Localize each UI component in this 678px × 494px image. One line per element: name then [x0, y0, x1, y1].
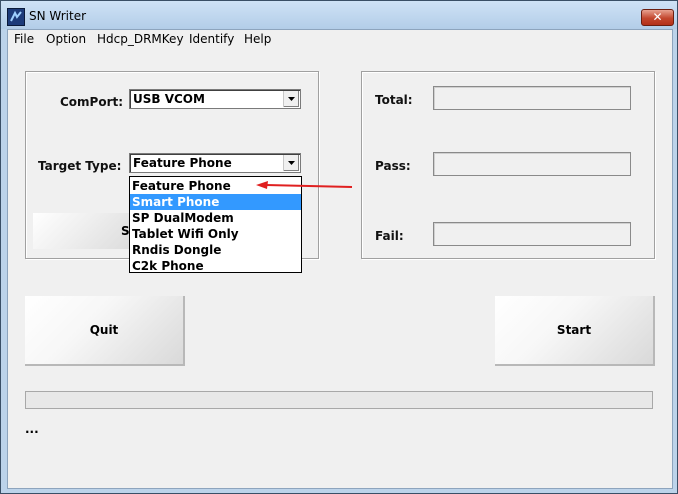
menu-help[interactable]: Help	[244, 32, 271, 46]
menu-option[interactable]: Option	[46, 32, 86, 46]
pass-field	[433, 152, 631, 176]
target-type-value: Feature Phone	[133, 156, 232, 170]
target-type-label: Target Type:	[38, 159, 122, 173]
dropdown-option-sp-dualmodem[interactable]: SP DualModem	[130, 210, 301, 226]
sn-writer-window: SN Writer ✕ File Option Hdcp_DRMKey Iden…	[0, 0, 678, 494]
comport-select[interactable]: USB VCOM	[129, 89, 301, 109]
comport-value: USB VCOM	[133, 92, 205, 106]
menu-bar: File Option Hdcp_DRMKey Identify Help	[8, 30, 672, 48]
target-type-select[interactable]: Feature Phone	[129, 153, 301, 173]
client-area: File Option Hdcp_DRMKey Identify Help Co…	[7, 29, 673, 489]
fail-label: Fail:	[375, 229, 404, 243]
quit-button[interactable]: Quit	[25, 296, 185, 366]
status-text: ...	[25, 422, 39, 436]
window-title: SN Writer	[29, 9, 87, 23]
title-bar[interactable]: SN Writer ✕	[1, 1, 677, 29]
chevron-down-icon[interactable]	[283, 91, 299, 107]
close-button[interactable]: ✕	[641, 9, 674, 26]
progress-bar	[25, 391, 653, 409]
start-button[interactable]: Start	[495, 296, 655, 366]
menu-file[interactable]: File	[14, 32, 34, 46]
total-label: Total:	[375, 93, 413, 107]
dropdown-option-tablet-wifi-only[interactable]: Tablet Wifi Only	[130, 226, 301, 242]
dropdown-option-c2k-phone[interactable]: C2k Phone	[130, 258, 301, 274]
dropdown-option-rndis-dongle[interactable]: Rndis Dongle	[130, 242, 301, 258]
menu-hdcp-drmkey[interactable]: Hdcp_DRMKey	[97, 32, 184, 46]
dropdown-option-smart-phone[interactable]: Smart Phone	[130, 194, 301, 210]
comport-label: ComPort:	[60, 95, 124, 109]
pass-label: Pass:	[375, 159, 411, 173]
app-icon	[7, 8, 25, 26]
menu-identify[interactable]: Identify	[189, 32, 234, 46]
fail-field	[433, 222, 631, 246]
red-arrow-icon	[256, 181, 353, 189]
total-field	[433, 86, 631, 110]
partially-hidden-button[interactable]: S	[33, 213, 133, 249]
chevron-down-icon[interactable]	[283, 155, 299, 171]
